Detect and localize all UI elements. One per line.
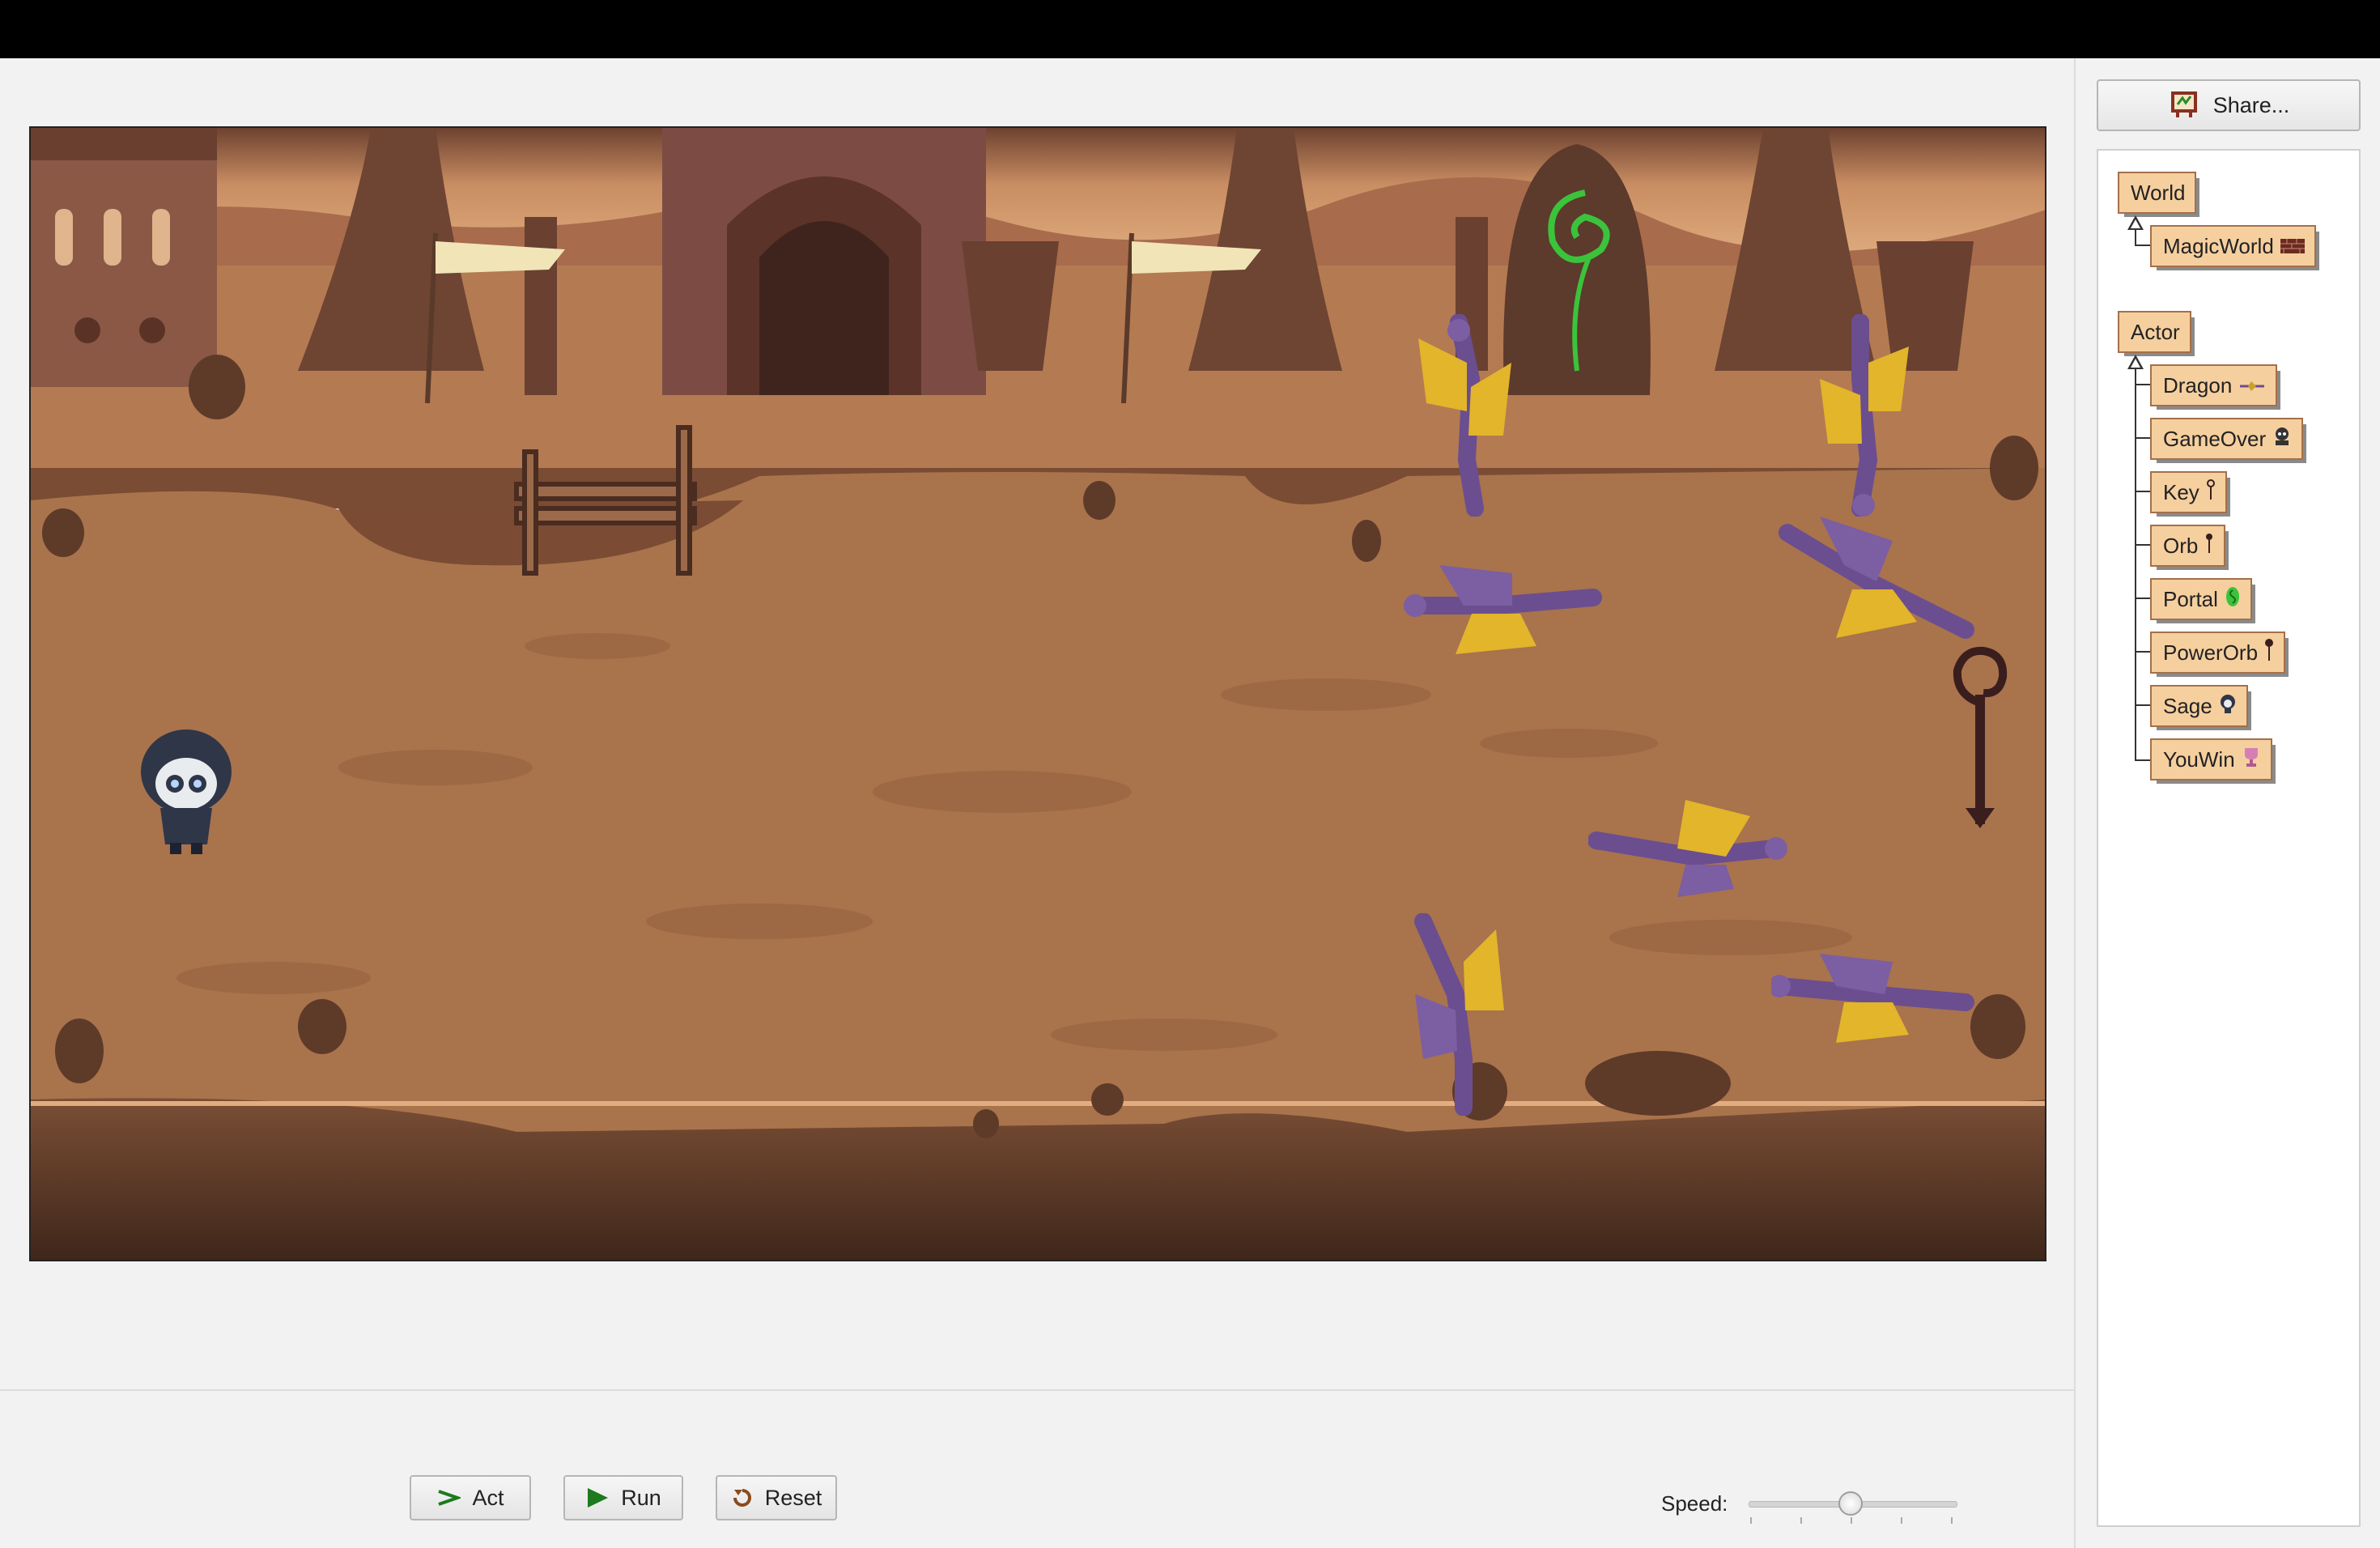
class-portal[interactable]: Portal bbox=[2150, 578, 2255, 623]
share-label: Share... bbox=[2212, 92, 2290, 117]
class-actor[interactable]: Actor bbox=[2118, 311, 2195, 356]
reset-icon bbox=[731, 1486, 754, 1509]
inherit-line bbox=[2135, 598, 2151, 599]
dragon-icon bbox=[2238, 373, 2266, 398]
world-canvas[interactable] bbox=[29, 126, 2046, 1261]
class-magicworld[interactable]: MagicWorld bbox=[2150, 225, 2319, 270]
inherit-line bbox=[2135, 384, 2151, 385]
slider-tick bbox=[1951, 1517, 1953, 1524]
inherit-line bbox=[2135, 491, 2151, 492]
share-icon bbox=[2168, 87, 2200, 125]
power-orb-icon bbox=[2264, 638, 2274, 668]
act-icon bbox=[436, 1488, 461, 1508]
class-orb[interactable]: Orb bbox=[2150, 525, 2229, 570]
slider-tick bbox=[1800, 1517, 1802, 1524]
class-youwin-label: YouWin bbox=[2163, 746, 2235, 772]
act-button[interactable]: Act bbox=[410, 1475, 531, 1520]
act-label: Act bbox=[472, 1485, 504, 1510]
portal-icon bbox=[2225, 585, 2241, 614]
dragon-sprite[interactable] bbox=[1588, 792, 1799, 905]
world-background bbox=[31, 128, 2045, 1260]
class-youwin[interactable]: YouWin bbox=[2150, 738, 2276, 784]
play-icon bbox=[585, 1486, 610, 1509]
staff-sprite[interactable] bbox=[1948, 646, 2012, 832]
dragon-sprite[interactable] bbox=[1410, 314, 1515, 517]
class-orb-label: Orb bbox=[2163, 533, 2199, 558]
reset-button[interactable]: Reset bbox=[716, 1475, 837, 1520]
class-portal-label: Portal bbox=[2163, 586, 2218, 611]
share-button[interactable]: Share... bbox=[2097, 79, 2361, 131]
dragon-sprite[interactable] bbox=[1771, 508, 1982, 654]
inherit-line bbox=[2135, 544, 2151, 546]
class-dragon-label: Dragon bbox=[2163, 372, 2233, 398]
dragon-sprite[interactable] bbox=[1399, 557, 1609, 662]
slider-tick bbox=[1750, 1517, 1752, 1524]
run-button[interactable]: Run bbox=[563, 1475, 683, 1520]
class-sage[interactable]: Sage bbox=[2150, 685, 2251, 730]
sage-sprite[interactable] bbox=[138, 727, 235, 857]
skull-icon bbox=[2272, 426, 2292, 453]
speed-label: Speed: bbox=[1661, 1491, 1728, 1516]
dragon-sprite[interactable] bbox=[1407, 913, 1512, 1116]
class-gameover[interactable]: GameOver bbox=[2150, 418, 2307, 463]
slider-tick bbox=[1851, 1517, 1852, 1524]
run-label: Run bbox=[621, 1485, 661, 1510]
inherit-line bbox=[2135, 704, 2151, 706]
class-powerorb[interactable]: PowerOrb bbox=[2150, 632, 2289, 677]
class-dragon[interactable]: Dragon bbox=[2150, 364, 2281, 410]
trophy-icon bbox=[2242, 746, 2261, 773]
window-title-bar bbox=[0, 0, 2380, 58]
class-magicworld-label: MagicWorld bbox=[2163, 233, 2274, 258]
inherit-line bbox=[2135, 245, 2151, 246]
class-sage-label: Sage bbox=[2163, 693, 2212, 718]
slider-tick bbox=[1901, 1517, 1902, 1524]
inherit-line bbox=[2135, 437, 2151, 439]
class-world[interactable]: World bbox=[2118, 172, 2200, 217]
speed-slider-thumb[interactable] bbox=[1838, 1491, 1863, 1516]
class-powerorb-label: PowerOrb bbox=[2163, 640, 2259, 665]
key-icon bbox=[2206, 478, 2216, 507]
controls-divider bbox=[0, 1389, 2074, 1391]
orb-staff-icon bbox=[2204, 532, 2214, 560]
dragon-sprite[interactable] bbox=[1771, 946, 1982, 1051]
dragon-sprite[interactable] bbox=[1812, 314, 1917, 517]
class-actor-label: Actor bbox=[2131, 319, 2180, 344]
inherit-line bbox=[2135, 759, 2151, 761]
inherit-line bbox=[2135, 651, 2151, 653]
inherit-line bbox=[2135, 368, 2136, 761]
inherit-line bbox=[2135, 228, 2136, 246]
reset-label: Reset bbox=[764, 1485, 822, 1510]
sage-icon bbox=[2219, 694, 2237, 719]
class-key-label: Key bbox=[2163, 479, 2199, 504]
brick-wall-icon bbox=[2280, 234, 2305, 259]
class-key[interactable]: Key bbox=[2150, 471, 2230, 517]
speed-slider[interactable] bbox=[1745, 1485, 1959, 1524]
class-gameover-label: GameOver bbox=[2163, 426, 2267, 451]
class-world-label: World bbox=[2131, 180, 2186, 205]
